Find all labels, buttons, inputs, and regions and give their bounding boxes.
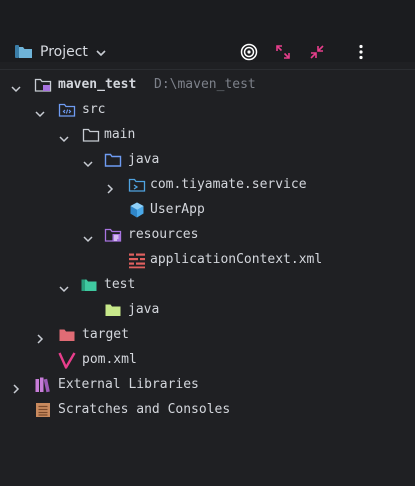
tree-node-package[interactable]: com.tiyamate.service [0, 172, 415, 197]
chevron-right-icon[interactable] [10, 379, 22, 394]
tree-node-external-libraries[interactable]: External Libraries [0, 372, 415, 397]
tree-node-scratches[interactable]: Scratches and Consoles [0, 397, 415, 422]
scratches-icon [34, 401, 52, 419]
chevron-right-icon[interactable] [34, 329, 46, 344]
chevron-down-icon[interactable] [82, 229, 94, 243]
expand-all-icon[interactable] [274, 43, 292, 61]
tool-window-title: Project [40, 44, 88, 60]
package-icon [128, 176, 146, 194]
tree-node-userapp[interactable]: UserApp [0, 197, 415, 222]
source-root-folder-icon [104, 151, 122, 169]
spring-xml-file-icon [128, 251, 146, 269]
tree-node-target[interactable]: target [0, 322, 415, 347]
tree-node-label: External Libraries [58, 377, 199, 392]
tree-node-java-test[interactable]: java [0, 297, 415, 322]
module-folder-icon [34, 76, 52, 94]
tool-window-header: Project [0, 0, 415, 62]
folder-icon [82, 126, 100, 144]
project-folder-icon [14, 43, 34, 61]
project-path: D:\maven_test [154, 77, 256, 92]
chevron-right-icon[interactable] [104, 179, 116, 194]
chevron-down-icon[interactable] [10, 79, 22, 93]
tree-node-label: applicationContext.xml [150, 252, 323, 267]
excluded-folder-icon [58, 326, 76, 344]
test-folder-icon [80, 276, 98, 294]
collapse-all-icon[interactable] [308, 43, 326, 61]
tree-node-label: Scratches and Consoles [58, 402, 231, 417]
tree-node-java-main[interactable]: java [0, 147, 415, 172]
tree-node-resources[interactable]: resources [0, 222, 415, 247]
library-icon [34, 376, 52, 394]
test-source-folder-icon [104, 301, 122, 319]
tree-node-application-context[interactable]: applicationContext.xml [0, 247, 415, 272]
class-icon [128, 201, 146, 219]
project-tool-window: Project maven_test D:\maven_test src mai… [0, 0, 415, 486]
maven-icon [58, 351, 76, 369]
locate-target-icon[interactable] [240, 43, 258, 61]
chevron-down-icon[interactable] [82, 154, 94, 168]
chevron-down-icon[interactable] [94, 45, 108, 59]
chevron-down-icon[interactable] [34, 104, 46, 118]
chevron-down-icon[interactable] [58, 279, 70, 293]
project-view-selector[interactable]: Project [14, 42, 108, 62]
tree-node-label: resources [128, 227, 199, 242]
tree-node-main[interactable]: main [0, 122, 415, 147]
tree-node-label: java [128, 152, 160, 167]
tree-node-label: target [82, 327, 129, 342]
header-separator [0, 69, 415, 70]
tree-node-label: maven_test [58, 77, 137, 92]
tree-node-label: main [104, 127, 136, 142]
tree-node-label: pom.xml [82, 352, 137, 367]
tree-node-pom[interactable]: pom.xml [0, 347, 415, 372]
chevron-down-icon[interactable] [58, 129, 70, 143]
more-options-icon[interactable] [352, 43, 370, 61]
tree-node-label: java [128, 302, 160, 317]
tree-node-label: test [104, 277, 136, 292]
tree-node-label: com.tiyamate.service [150, 177, 307, 192]
tree-node-label: src [82, 102, 106, 117]
resources-folder-icon [104, 226, 122, 244]
source-folder-icon [58, 101, 76, 119]
tree-node-test[interactable]: test [0, 272, 415, 297]
tree-node-src[interactable]: src [0, 97, 415, 122]
tree-node-maven-test[interactable]: maven_test D:\maven_test [0, 72, 415, 97]
tree-node-label: UserApp [150, 202, 205, 217]
